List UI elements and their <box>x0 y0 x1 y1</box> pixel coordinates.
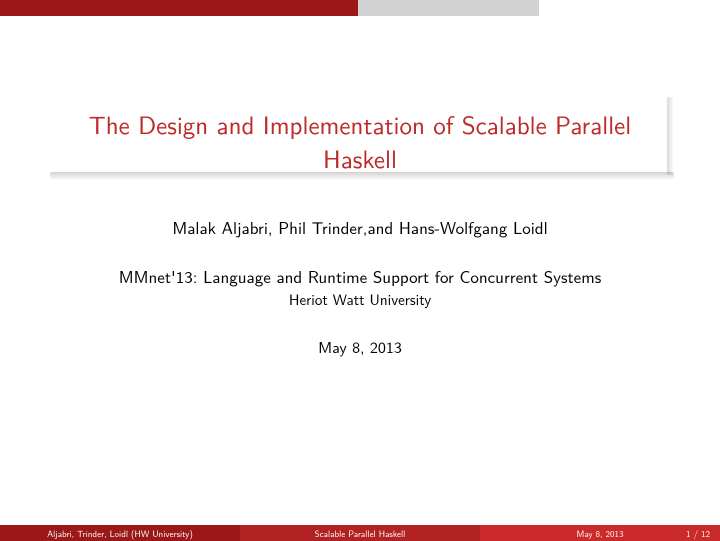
progress-seg-remaining <box>539 0 720 16</box>
progress-seg-current <box>0 0 358 16</box>
footer-meta: May 8, 2013 1 / 12 <box>480 525 720 541</box>
footer-bar: Aljabri, Trinder, Loidl (HW University) … <box>0 525 720 541</box>
conference-name: MMnet'13: Language and Runtime Support f… <box>0 265 720 289</box>
footer-title: Scalable Parallel Haskell <box>240 525 480 541</box>
progress-bar <box>0 0 720 16</box>
title-shadow <box>50 172 674 180</box>
footer-authors: Aljabri, Trinder, Loidl (HW University) <box>0 525 240 541</box>
conference-block: MMnet'13: Language and Runtime Support f… <box>0 265 720 310</box>
title-shadow-right <box>667 97 674 175</box>
presentation-date: May 8, 2013 <box>0 335 720 358</box>
university-name: Heriot Watt University <box>0 289 720 310</box>
footer-date: May 8, 2013 <box>576 527 623 540</box>
progress-seg-next <box>358 0 539 16</box>
footer-page: 1 / 12 <box>686 527 710 540</box>
slide-title: The Design and Implementation of Scalabl… <box>60 107 660 175</box>
authors-line: Malak Aljabri, Phil Trinder,and Hans-Wol… <box>0 215 720 240</box>
